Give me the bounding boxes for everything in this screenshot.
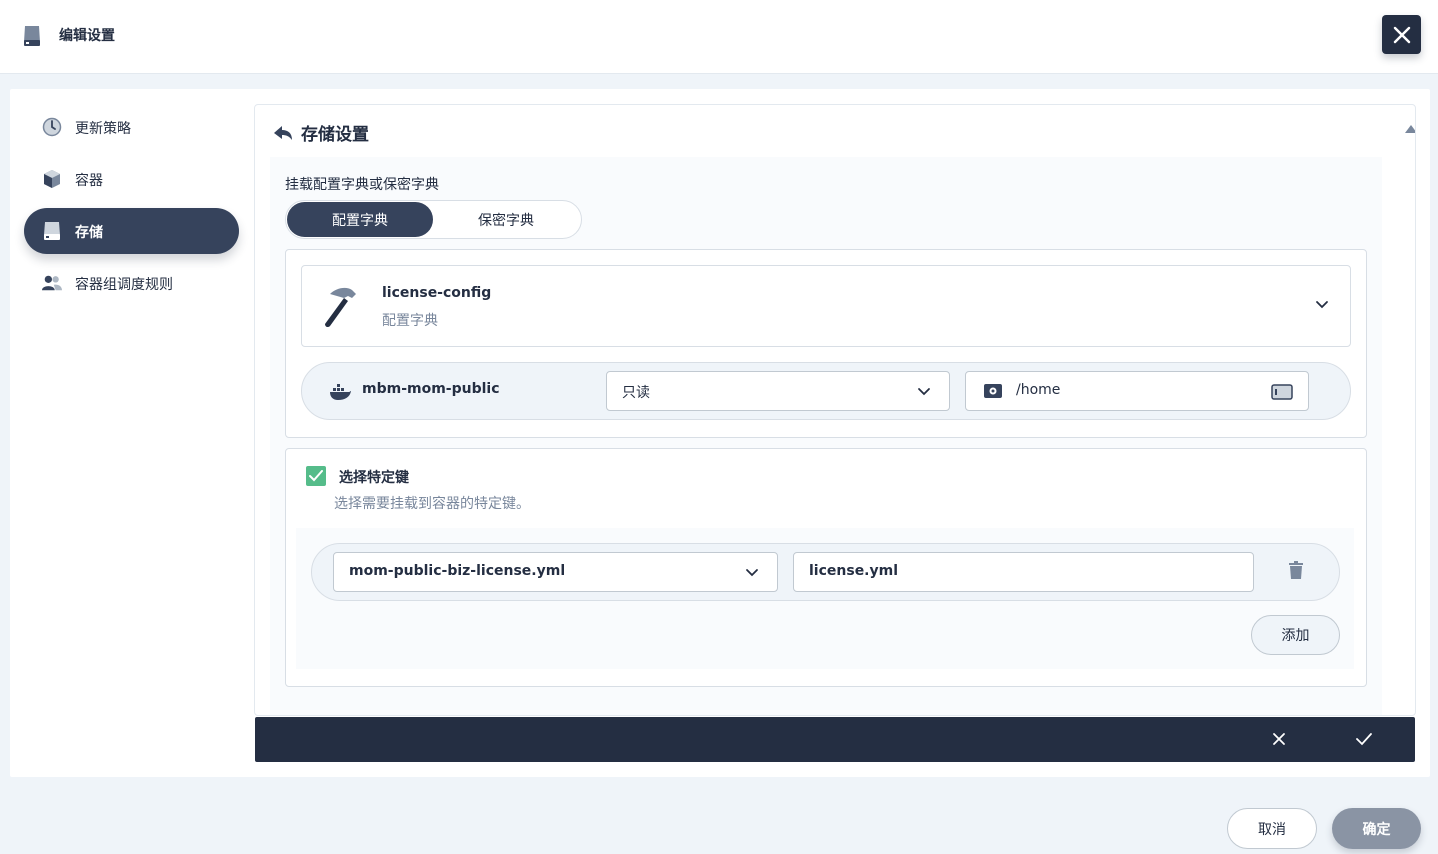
chevron-down-icon [1316,301,1328,309]
trash-icon[interactable] [1288,561,1304,579]
key-path-input[interactable]: license.yml [793,552,1254,592]
check-icon[interactable] [1356,732,1372,746]
close-icon[interactable] [1272,732,1286,746]
config-box: license-config 配置字典 mbm-mom-public 只读 /h… [285,249,1367,438]
storage-icon [44,222,60,240]
mount-label: 挂载配置字典或保密字典 [285,177,439,193]
sidebar-item-update-strategy[interactable]: 更新策略 [24,104,239,150]
specific-keys-box: 选择特定键 选择需要挂载到容器的特定键。 mom-public-biz-lice… [285,448,1367,687]
sidebar-item-storage[interactable]: 存储 [24,208,239,254]
container-name: mbm-mom-public [362,381,500,397]
scroll-up-arrow[interactable] [1405,125,1415,133]
configmap-type: 配置字典 [382,313,438,329]
modal-body: 更新策略 容器 存储 容器组调度规则 存储设置 挂载配置字典或保密字典 配置字典… [10,89,1430,777]
sidebar-item-label: 容器组调度规则 [75,277,173,293]
gear-icon [984,384,1002,398]
chevron-down-icon [918,388,930,396]
sidebar-item-label: 更新策略 [75,121,131,137]
add-key-button[interactable]: 添加 [1251,615,1340,655]
container-mount-row: mbm-mom-public 只读 /home [301,362,1351,420]
specific-keys-label: 选择特定键 [339,470,409,486]
key-path-value: license.yml [809,563,899,579]
sidebar-item-scheduling-rules[interactable]: 容器组调度规则 [24,260,239,306]
close-icon [1393,26,1410,43]
configmap-select[interactable]: license-config 配置字典 [301,265,1351,347]
sidebar-item-container[interactable]: 容器 [24,156,239,202]
sidebar-item-label: 容器 [75,173,103,189]
tab-configmap[interactable]: 配置字典 [287,202,433,237]
mount-type-toggle: 配置字典 保密字典 [285,200,582,239]
storage-icon [24,26,40,46]
docker-icon [330,384,351,400]
access-mode-value: 只读 [622,385,650,401]
cancel-button[interactable]: 取消 [1227,808,1317,849]
configmap-name: license-config [382,285,492,301]
mount-path-input[interactable]: /home [965,371,1309,411]
tab-secret[interactable]: 保密字典 [433,202,579,237]
back-arrow-icon[interactable] [273,124,293,142]
inline-confirm-bar [255,717,1415,762]
mount-path-value: /home [1016,382,1061,398]
storage-settings-panel: 存储设置 挂载配置字典或保密字典 配置字典 保密字典 license-confi… [254,104,1416,716]
update-strategy-icon [42,117,62,137]
users-icon [42,275,62,291]
specific-keys-description: 选择需要挂载到容器的特定键。 [334,496,530,512]
key-row: mom-public-biz-license.yml license.yml [311,543,1340,601]
access-mode-select[interactable]: 只读 [606,371,950,411]
sidebar-item-label: 存储 [75,225,103,241]
chevron-down-icon [746,569,758,577]
modal-header: 编辑设置 [0,0,1438,74]
keys-list: mom-public-biz-license.yml license.yml 添… [296,528,1354,669]
close-button[interactable] [1382,15,1421,54]
terminal-icon[interactable] [1271,384,1293,400]
check-icon [309,470,323,482]
modal-title: 编辑设置 [59,28,115,44]
confirm-button[interactable]: 确定 [1332,808,1421,849]
specific-keys-checkbox[interactable] [306,466,326,486]
key-select[interactable]: mom-public-biz-license.yml [333,552,778,592]
panel-title-text: 存储设置 [301,125,369,145]
hammer-icon [325,287,356,328]
container-icon [44,170,60,188]
storage-form: 挂载配置字典或保密字典 配置字典 保密字典 license-config 配置字… [270,157,1382,715]
panel-title: 存储设置 [273,120,369,145]
key-select-value: mom-public-biz-license.yml [349,563,566,579]
modal-footer: 取消 确定 [0,793,1438,854]
